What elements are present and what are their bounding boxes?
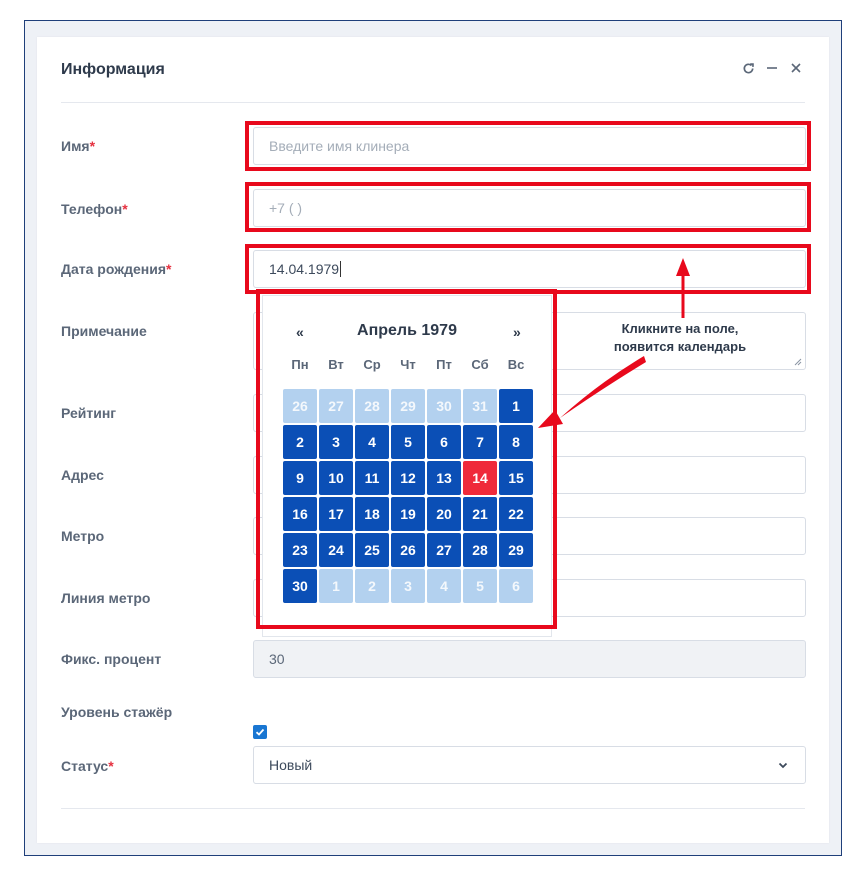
annotation-arrows xyxy=(538,258,690,428)
arrow-left-icon xyxy=(538,356,646,428)
arrow-up-icon xyxy=(676,258,690,318)
